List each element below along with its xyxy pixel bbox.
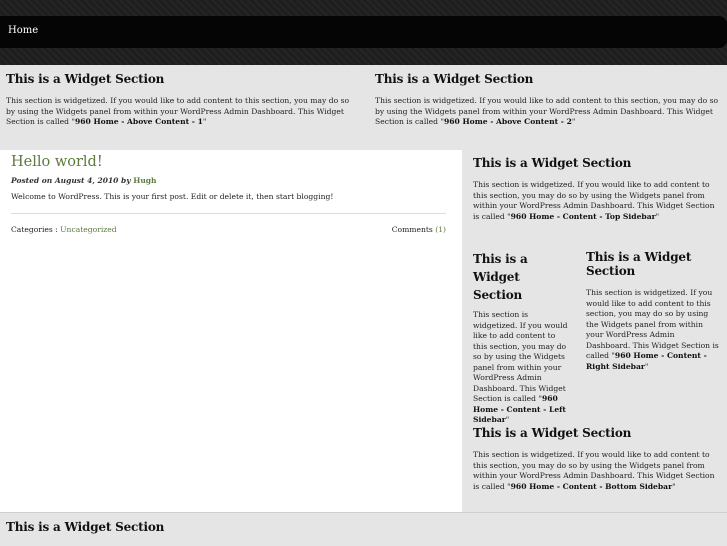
main-content: Hello world! Posted on August 4, 2010 by…: [0, 150, 462, 512]
widget-title: This is a Widget Section: [473, 156, 632, 170]
widget-text: This section is widgetized. If you would…: [473, 310, 568, 424]
widget-title: This is a Widget Section: [375, 72, 534, 86]
widget-text: This section is widgetized. If you would…: [473, 450, 715, 491]
widget-left-sidebar: This is a Widget Section This section is…: [473, 250, 569, 426]
below-content-widgets: This is a Widget Section: [0, 512, 727, 546]
widget-title: This is a Widget Section: [6, 520, 165, 534]
above-content-widgets: This is a Widget Section This section is…: [0, 65, 727, 151]
post-comments: Comments (1): [391, 225, 446, 234]
post-author-link[interactable]: Hugh: [133, 176, 156, 185]
widget-text: This section is widgetized. If you would…: [586, 288, 719, 371]
nav-home-link[interactable]: Home: [8, 25, 38, 36]
post-title-link[interactable]: Hello world!: [11, 154, 103, 170]
widget-text: This section is widgetized. If you would…: [6, 96, 350, 126]
post-divider: [11, 213, 446, 214]
main-nav-bar: Home: [0, 16, 727, 48]
widget-text: This section is widgetized. If you would…: [375, 96, 719, 126]
widget-above-content-2: This is a Widget Section This section is…: [375, 72, 725, 128]
category-link[interactable]: Uncategorized: [60, 225, 116, 234]
widget-title: This is a Widget Section: [473, 426, 632, 440]
widget-title: This is a Widget Section: [6, 72, 165, 86]
content-sidebar: This is a Widget Section This section is…: [462, 150, 727, 512]
widget-top-sidebar: This is a Widget Section This section is…: [473, 156, 718, 222]
post-categories: Categories : Uncategorized: [11, 225, 117, 234]
comments-link[interactable]: (1): [435, 225, 446, 234]
widget-title: This is a Widget Section: [473, 252, 528, 302]
widget-right-sidebar: This is a Widget Section This section is…: [586, 250, 719, 372]
widget-bottom-sidebar: This is a Widget Section This section is…: [473, 426, 718, 492]
widget-text: This section is widgetized. If you would…: [473, 180, 715, 221]
post-meta: Posted on August 4, 2010 by Hugh: [11, 176, 157, 185]
widget-above-content-1: This is a Widget Section This section is…: [6, 72, 356, 128]
post-body: Welcome to WordPress. This is your first…: [11, 192, 334, 201]
widget-title: This is a Widget Section: [586, 250, 692, 278]
